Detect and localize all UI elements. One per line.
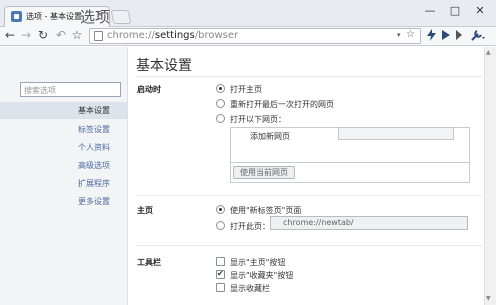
menu-arrow-icon[interactable]	[456, 30, 462, 43]
use-current-pages-button[interactable]: 使用当前网页	[233, 166, 295, 179]
show-favorites-button-checkbox[interactable]	[216, 269, 225, 279]
show-bookmarks-bar-checkbox[interactable]	[216, 283, 225, 292]
show-home-label: 显示"主页"按钮	[230, 258, 286, 267]
sidebar-item-extensions[interactable]: 扩展程序	[78, 178, 110, 189]
startup-radio-restore[interactable]	[216, 99, 225, 108]
settings-favicon-icon	[11, 11, 22, 22]
forward-button[interactable]: →	[19, 28, 33, 42]
homepage-radio-url[interactable]	[216, 221, 225, 230]
maximize-button[interactable]: □	[443, 4, 467, 17]
startup-radio-pages[interactable]	[216, 114, 225, 123]
search-placeholder: 搜索选项	[24, 86, 56, 95]
vertical-scrollbar[interactable]	[484, 47, 496, 305]
startup-label: 启动时	[137, 85, 161, 94]
url-text: chrome://settings/browser	[107, 30, 239, 41]
homepage-option-url: 打开此页：	[230, 222, 270, 231]
reload-button[interactable]: ↻	[36, 28, 50, 42]
homepage-url-input[interactable]: chrome://newtab/	[270, 216, 468, 230]
startup-option-homepage: 打开主页	[230, 85, 262, 94]
wrench-icon[interactable]	[471, 29, 485, 44]
sidebar-title: 选项	[79, 8, 110, 26]
scroll-down-arrow-icon[interactable]: ▼	[486, 295, 491, 302]
play-icon[interactable]	[441, 30, 450, 43]
show-bookmarks-bar-label: 显示收藏栏	[230, 284, 270, 293]
star-icon[interactable]: ☆	[406, 29, 415, 40]
search-input[interactable]: 搜索选项	[20, 82, 121, 97]
homepage-url-value: chrome://newtab/	[283, 218, 354, 227]
tab-title: 选项 - 基本设置	[26, 12, 82, 21]
page-title: 基本设置	[136, 58, 192, 74]
window-close-button[interactable]: ✕	[468, 4, 492, 17]
back-button[interactable]: ←	[3, 28, 17, 42]
show-favorites-button-label: 显示"收藏夹"按钮	[230, 271, 294, 280]
homepage-option-newtab: 使用"新标签页"页面	[230, 206, 302, 215]
startup-option-restore: 重新打开最后一次打开的网页	[230, 100, 334, 109]
minimize-button[interactable]: —	[418, 4, 442, 17]
scroll-up-arrow-icon[interactable]: ▲	[486, 49, 491, 56]
sidebar-item-basic[interactable]: 基本设置	[78, 105, 110, 116]
sidebar-item-advanced[interactable]: 高级选项	[78, 160, 110, 171]
show-home-checkbox[interactable]	[216, 257, 225, 266]
title-divider	[136, 76, 482, 77]
address-bar[interactable]: chrome://settings/browser ☆ ▾	[89, 28, 421, 44]
sidebar-item-profile[interactable]: 个人资料	[78, 142, 110, 153]
startup-option-pages: 打开以下网页：	[230, 115, 286, 124]
add-page-input[interactable]	[338, 127, 454, 140]
undo-button[interactable]: ↶	[54, 28, 68, 42]
toolbar-label: 工具栏	[137, 258, 161, 267]
sidebar-item-more[interactable]: 更多设置	[78, 196, 110, 207]
homepage-radio-newtab[interactable]	[216, 205, 225, 214]
add-page-label: 添加新网页	[250, 132, 290, 141]
lightning-icon[interactable]	[427, 29, 436, 44]
section-divider	[136, 245, 482, 246]
dropdown-arrow-icon[interactable]: ▾	[397, 31, 401, 39]
page-icon	[94, 31, 103, 41]
homepage-label: 主页	[137, 206, 153, 215]
bookmark-star-icon[interactable]: ☆	[70, 28, 84, 42]
sidebar-item-tabs[interactable]: 标签设置	[78, 124, 110, 135]
startup-radio-homepage[interactable]	[216, 84, 225, 93]
section-divider	[136, 195, 482, 196]
new-tab-button[interactable]	[110, 10, 132, 24]
